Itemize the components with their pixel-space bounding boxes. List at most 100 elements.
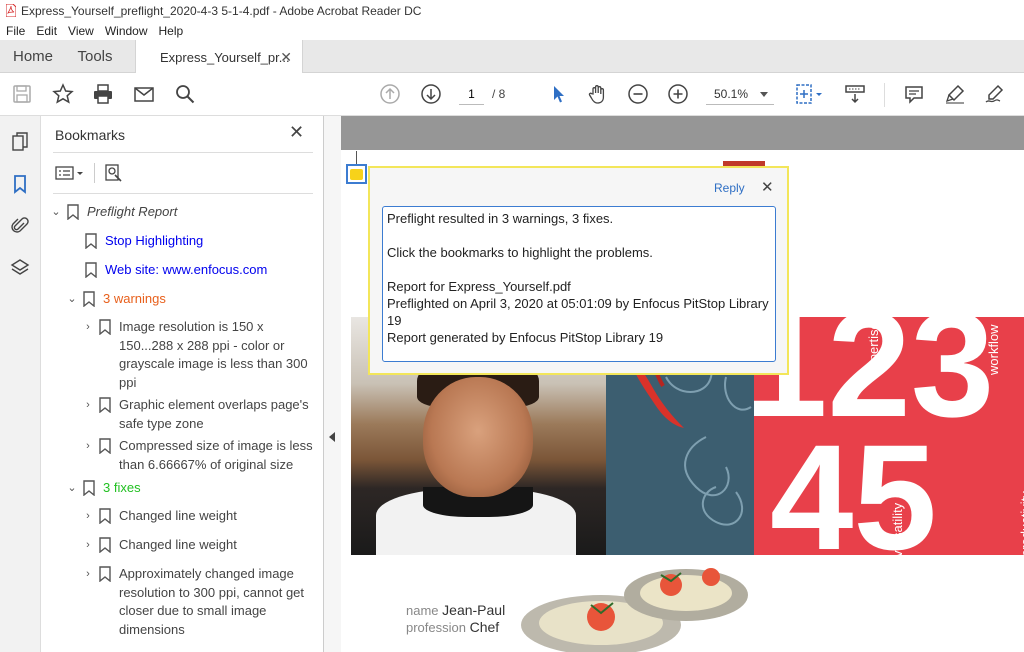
previous-page-icon[interactable] bbox=[377, 81, 403, 107]
divider bbox=[53, 152, 313, 153]
chevron-down-icon[interactable]: ⌄ bbox=[65, 479, 79, 497]
zoom-out-icon[interactable] bbox=[625, 81, 651, 107]
bookmark-label: Changed line weight bbox=[119, 537, 237, 552]
page-thumbnails-icon[interactable] bbox=[8, 130, 32, 154]
close-panel-icon[interactable]: ✕ bbox=[289, 122, 304, 143]
bookmark-preflight-report[interactable]: ⌄ Preflight Report bbox=[49, 203, 319, 222]
name-label: name bbox=[406, 603, 439, 618]
toolbar: / 8 50.1% bbox=[0, 73, 1024, 116]
chevron-down-icon[interactable]: ⌄ bbox=[49, 203, 63, 221]
profession-label: profession bbox=[406, 620, 466, 635]
fit-page-icon[interactable] bbox=[792, 81, 826, 107]
menu-view[interactable]: View bbox=[68, 24, 94, 38]
window-title: Express_Yourself_preflight_2020-4-3 5-1-… bbox=[21, 3, 422, 18]
menu-file[interactable]: File bbox=[6, 24, 25, 38]
chevron-down-icon[interactable]: ⌄ bbox=[65, 290, 79, 308]
hand-tool-icon[interactable] bbox=[585, 81, 611, 107]
profession-value: Chef bbox=[469, 619, 500, 635]
comment-note-icon[interactable] bbox=[346, 164, 367, 184]
menu-edit[interactable]: Edit bbox=[36, 24, 57, 38]
bookmark-icon bbox=[99, 537, 111, 553]
attachments-icon[interactable] bbox=[8, 214, 32, 238]
close-popup-icon[interactable]: ✕ bbox=[761, 178, 774, 196]
bookmark-icon bbox=[99, 397, 111, 413]
numbers-bottom: 45 bbox=[770, 413, 937, 555]
save-icon[interactable] bbox=[9, 81, 35, 107]
chevron-right-icon[interactable]: › bbox=[81, 565, 95, 583]
bookmark-changed-line-weight[interactable]: › Changed line weight bbox=[81, 536, 321, 555]
page-number-input[interactable] bbox=[459, 83, 484, 105]
bookmark-icon bbox=[99, 438, 111, 454]
word-productivity: productivity bbox=[1018, 491, 1024, 555]
bookmark-changed-line-weight[interactable]: › Changed line weight bbox=[81, 507, 321, 526]
bookmark-label: 3 warnings bbox=[103, 291, 166, 306]
tab-home[interactable]: Home bbox=[0, 40, 66, 73]
bookmark-3-fixes[interactable]: ⌄ 3 fixes bbox=[65, 479, 315, 498]
bookmark-icon bbox=[85, 262, 97, 278]
close-tab-icon[interactable]: ✕ bbox=[280, 49, 292, 66]
bookmark-label: Compressed size of image is less than 6.… bbox=[119, 438, 313, 472]
highlight-icon[interactable] bbox=[942, 81, 968, 107]
sign-icon[interactable] bbox=[982, 81, 1008, 107]
bookmark-3-warnings[interactable]: ⌄ 3 warnings bbox=[65, 290, 315, 309]
bookmark-label: Stop Highlighting bbox=[105, 233, 204, 248]
comment-icon[interactable] bbox=[901, 81, 927, 107]
note-icon-fill bbox=[350, 168, 363, 180]
bookmark-image-resolution[interactable]: › Image resolution is 150 x 150...288 x … bbox=[81, 318, 321, 392]
word-versatility: versatility bbox=[890, 502, 905, 555]
bookmarks-icon[interactable] bbox=[8, 172, 32, 196]
bookmark-icon bbox=[83, 480, 95, 496]
collapse-arrow-icon bbox=[329, 432, 335, 442]
name-value: Jean-Paul bbox=[442, 602, 506, 618]
chevron-right-icon[interactable]: › bbox=[81, 536, 95, 554]
chevron-right-icon[interactable]: › bbox=[81, 507, 95, 525]
chevron-right-icon[interactable]: › bbox=[81, 318, 95, 336]
bookmarks-title: Bookmarks bbox=[55, 127, 126, 143]
bookmark-graphic-overlap[interactable]: › Graphic element overlaps page's safe t… bbox=[81, 396, 321, 433]
bookmarks-toolbar bbox=[55, 160, 124, 186]
note-connector bbox=[356, 151, 357, 164]
zoom-in-icon[interactable] bbox=[665, 81, 691, 107]
bookmark-approx-resolution[interactable]: › Approximately changed image resolution… bbox=[81, 565, 321, 639]
email-icon[interactable] bbox=[131, 81, 157, 107]
print-icon[interactable] bbox=[90, 81, 116, 107]
comment-popup: Reply ✕ Preflight resulted in 3 warnings… bbox=[368, 166, 789, 375]
tab-document[interactable]: Express_Yourself_pr... ✕ bbox=[135, 40, 303, 74]
select-tool-icon[interactable] bbox=[545, 81, 571, 107]
search-icon[interactable] bbox=[172, 81, 198, 107]
bookmark-label: Changed line weight bbox=[119, 508, 237, 523]
chevron-down-icon bbox=[760, 92, 768, 97]
tab-tools[interactable]: Tools bbox=[66, 40, 124, 73]
bookmark-stop-highlighting[interactable]: Stop Highlighting bbox=[71, 232, 316, 251]
page-total: / 8 bbox=[492, 87, 506, 101]
toolbar-separator bbox=[94, 163, 95, 183]
menu-help[interactable]: Help bbox=[159, 24, 184, 38]
layers-icon[interactable] bbox=[8, 256, 32, 280]
comment-text-area[interactable]: Preflight resulted in 3 warnings, 3 fixe… bbox=[382, 206, 776, 362]
menu-window[interactable]: Window bbox=[105, 24, 148, 38]
chevron-right-icon[interactable]: › bbox=[81, 396, 95, 414]
bookmark-options-icon[interactable] bbox=[55, 164, 85, 182]
next-page-icon[interactable] bbox=[418, 81, 444, 107]
tab-bar: Home Tools Express_Yourself_pr... ✕ bbox=[0, 40, 1024, 74]
bookmark-web-site[interactable]: Web site: www.enfocus.com bbox=[71, 261, 316, 280]
star-icon[interactable] bbox=[50, 81, 76, 107]
reply-button[interactable]: Reply bbox=[714, 181, 745, 195]
find-bookmark-icon[interactable] bbox=[104, 163, 124, 183]
bookmark-icon bbox=[99, 566, 111, 582]
zoom-level-value: 50.1% bbox=[714, 87, 749, 101]
panel-collapse-handle[interactable] bbox=[324, 116, 341, 652]
zoom-level-dropdown[interactable]: 50.1% bbox=[706, 83, 774, 105]
chevron-right-icon[interactable]: › bbox=[81, 437, 95, 455]
bookmark-label: Web site: www.enfocus.com bbox=[105, 262, 268, 277]
word-workflow: workflow bbox=[986, 324, 1001, 375]
scroll-mode-icon[interactable] bbox=[842, 81, 868, 107]
bookmark-label: Approximately changed image resolution t… bbox=[119, 566, 305, 637]
bookmark-icon bbox=[99, 319, 111, 335]
comment-line: Report generated by Enfocus PitStop Libr… bbox=[387, 330, 664, 345]
bookmark-icon bbox=[85, 233, 97, 249]
comment-line: Click the bookmarks to highlight the pro… bbox=[387, 245, 653, 260]
acrobat-pdf-icon bbox=[5, 3, 17, 18]
bookmark-compressed-size[interactable]: › Compressed size of image is less than … bbox=[81, 437, 321, 474]
title-bar: Express_Yourself_preflight_2020-4-3 5-1-… bbox=[0, 0, 1024, 21]
